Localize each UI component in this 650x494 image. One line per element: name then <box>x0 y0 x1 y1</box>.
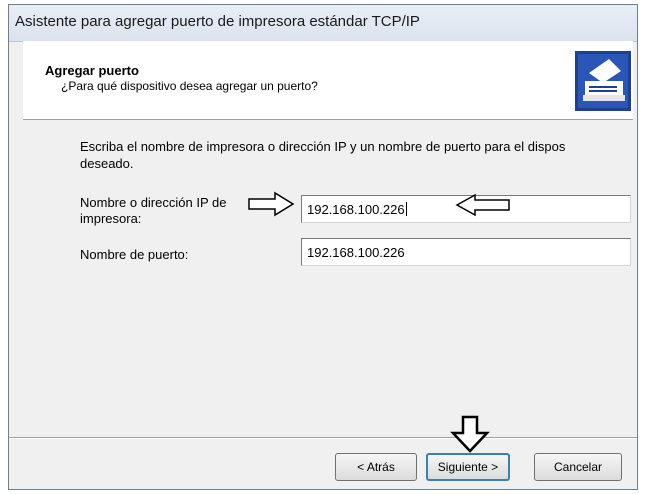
window-title: Asistente para agregar puerto de impreso… <box>15 13 420 30</box>
wizard-content: Escriba el nombre de impresora o direcci… <box>23 120 633 440</box>
printer-name-value: 192.168.100.226 <box>307 202 405 217</box>
port-name-value: 192.168.100.226 <box>307 245 405 260</box>
wizard-window: Asistente para agregar puerto de impreso… <box>8 4 638 490</box>
port-name-input[interactable]: 192.168.100.226 <box>301 238 631 266</box>
header-title: Agregar puerto <box>45 63 139 78</box>
header-subtitle: ¿Para qué dispositivo desea agregar un p… <box>61 79 318 93</box>
arrow-down-icon <box>450 415 490 453</box>
instructions-line-2: deseado. <box>80 156 134 171</box>
printer-name-label: Nombre o dirección IP de impresora: <box>80 195 226 227</box>
cancel-button[interactable]: Cancelar <box>534 453 622 481</box>
wizard-header: Agregar puerto ¿Para qué dispositivo des… <box>23 41 633 120</box>
arrow-left-icon <box>455 193 510 217</box>
printer-port-wizard-icon <box>575 51 631 111</box>
arrow-right-icon <box>248 191 295 217</box>
printer-name-label-line-2: impresora: <box>80 211 142 226</box>
back-button[interactable]: < Atrás <box>335 453 417 481</box>
instructions-line-1: Escriba el nombre de impresora o direcci… <box>80 139 566 154</box>
instructions-text: Escriba el nombre de impresora o direcci… <box>80 138 640 172</box>
printer-name-label-line-1: Nombre o dirección IP de <box>80 195 227 210</box>
port-name-label: Nombre de puerto: <box>80 247 189 262</box>
next-button[interactable]: Siguiente > <box>426 453 510 481</box>
title-bar[interactable]: Asistente para agregar puerto de impreso… <box>9 5 637 42</box>
text-caret <box>405 202 407 216</box>
footer-separator <box>9 437 637 439</box>
